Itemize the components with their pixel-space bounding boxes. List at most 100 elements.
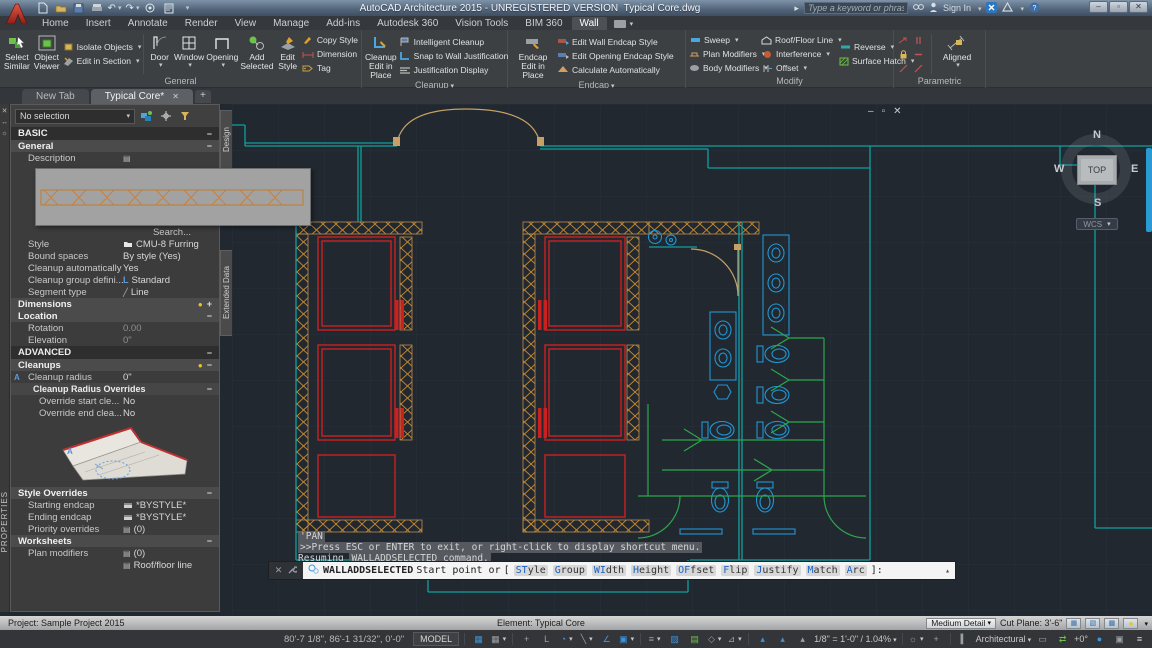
file-tab-new[interactable]: New Tab <box>22 89 89 104</box>
lineweight-icon[interactable]: ≡ <box>646 632 663 646</box>
section-cleanups[interactable]: Cleanups●− <box>11 359 219 371</box>
dynamic-ucs-icon[interactable]: ⊿ <box>726 632 743 646</box>
section-advanced[interactable]: ADVANCED− <box>11 346 219 359</box>
viewcube-north[interactable]: N <box>1093 129 1101 141</box>
worksheet-icon[interactable]: ▤ <box>123 154 131 163</box>
viewcube-east[interactable]: E <box>1131 163 1138 175</box>
keyword-justify[interactable]: Justify <box>754 565 800 576</box>
sign-in-dropdown-icon[interactable] <box>976 3 982 13</box>
bulb-toggle-icon[interactable]: ● <box>1123 618 1138 629</box>
search-input[interactable] <box>804 2 908 14</box>
tab-manage[interactable]: Manage <box>265 17 317 30</box>
justification-display-button[interactable]: Justification Display <box>399 64 509 76</box>
customization-menu-icon[interactable]: ≡ <box>1131 632 1148 646</box>
viewport-restore-icon[interactable]: ▫ <box>882 106 886 117</box>
viewcube[interactable]: N W E S TOP <box>1058 131 1136 209</box>
edit-wall-endcap-style-button[interactable]: Edit Wall Endcap Style <box>557 36 674 48</box>
endcap-edit-in-place-button[interactable]: Endcap Edit in Place <box>511 32 555 80</box>
aligned-dimension-button[interactable]: Aligned <box>936 32 978 76</box>
constraint-diag-icons[interactable] <box>897 62 927 74</box>
isolate-objects-status-icon[interactable]: ● <box>1091 632 1108 646</box>
collapse-icon[interactable]: − <box>207 129 212 139</box>
collapse-icon[interactable]: − <box>207 536 212 546</box>
body-modifiers-button[interactable]: Body Modifiers <box>689 62 759 74</box>
section-style-overrides[interactable]: Style Overrides− <box>11 487 219 499</box>
new-file-icon[interactable] <box>36 2 49 14</box>
tab-render[interactable]: Render <box>177 17 226 30</box>
tab-insert[interactable]: Insert <box>78 17 119 30</box>
model-space-button[interactable]: MODEL <box>413 632 459 646</box>
section-dimensions[interactable]: Dimensions●+ <box>11 298 219 310</box>
intelligent-cleanup-button[interactable]: Intelligent Cleanup <box>399 36 509 48</box>
redo-icon[interactable]: ↷ <box>126 2 139 14</box>
workspace-icon[interactable] <box>144 2 157 14</box>
plot-icon[interactable] <box>90 2 103 14</box>
annotation-visibility-icon[interactable]: ▴ <box>754 632 771 646</box>
minimize-button[interactable]: – <box>1089 1 1108 13</box>
file-tab-typical-core[interactable]: Typical Core* ✕ <box>91 89 193 104</box>
ortho-mode-icon[interactable]: L <box>538 632 555 646</box>
collapse-icon[interactable]: − <box>207 360 212 370</box>
section-worksheets[interactable]: Worksheets− <box>11 535 219 547</box>
layer-key-toggle-icon[interactable]: ▩ <box>1104 618 1119 629</box>
workspace-switching-icon[interactable]: ☼ <box>908 632 925 646</box>
display-toggle-icon[interactable]: ▦ <box>1066 618 1081 629</box>
tab-extended-data[interactable]: Extended Data <box>220 250 232 336</box>
tag-button[interactable]: Tag <box>302 62 358 74</box>
isometric-drafting-icon[interactable]: ╲ <box>578 632 595 646</box>
dimension-button[interactable]: Dimension <box>302 48 358 60</box>
viewport-minimize-icon[interactable]: – <box>868 106 874 117</box>
tab-vision-tools[interactable]: Vision Tools <box>447 17 516 30</box>
add-selected-button[interactable]: Add Selected <box>240 32 273 76</box>
sign-in-link[interactable]: Sign In <box>943 3 971 13</box>
viewcube-west[interactable]: W <box>1054 163 1064 175</box>
units-dropdown[interactable]: Architectural <box>976 634 1032 644</box>
roof-floor-line-button[interactable]: Roof/Floor Line <box>761 34 837 46</box>
grid-display-icon[interactable]: ▦ <box>490 632 507 646</box>
select-similar-button[interactable]: Select Similar <box>3 32 31 76</box>
sheet-icon[interactable] <box>162 2 175 14</box>
section-location[interactable]: Location− <box>11 310 219 322</box>
object-snap-icon[interactable]: ▣ <box>618 632 635 646</box>
polar-tracking-icon[interactable]: ◔ <box>558 632 575 646</box>
cleanup-edit-in-place-button[interactable]: Cleanup Edit in Place <box>365 32 397 80</box>
keyword-match[interactable]: Match <box>806 565 840 576</box>
wcs-menu[interactable]: WCS <box>1076 218 1118 230</box>
door-button[interactable]: Door <box>147 32 172 76</box>
copy-style-button[interactable]: Copy Style <box>302 34 358 46</box>
cut-plane-label[interactable]: Cut Plane: 3'-6" <box>1000 618 1062 628</box>
keyword-height[interactable]: Height <box>631 565 671 576</box>
command-line-bar[interactable]: ✕ WALLADDSELECTED Start point or [ STyle… <box>268 561 956 580</box>
a360-icon[interactable] <box>1002 2 1013 14</box>
opening-button[interactable]: Opening <box>206 32 238 76</box>
help-menu-icon[interactable] <box>1018 3 1024 13</box>
command-expand-icon[interactable]: ▴ <box>945 566 950 575</box>
selection-dropdown[interactable]: No selection <box>15 109 135 124</box>
palette-autohide-icon[interactable]: ↔ <box>1 119 8 126</box>
transparency-icon[interactable]: ▨ <box>666 632 683 646</box>
tab-autodesk-360[interactable]: Autodesk 360 <box>369 17 446 30</box>
tab-annotate[interactable]: Annotate <box>120 17 176 30</box>
tab-bim-360[interactable]: BIM 360 <box>517 17 570 30</box>
tab-close-icon[interactable]: ✕ <box>172 90 179 103</box>
edit-in-section-button[interactable]: Edit in Section <box>63 55 139 67</box>
section-cleanup-radius-overrides[interactable]: Cleanup Radius Overrides− <box>11 383 219 395</box>
undo-icon[interactable]: ↶ <box>108 2 121 14</box>
object-snap-tracking-icon[interactable]: ∠ <box>598 632 615 646</box>
keyword-width[interactable]: WIdth <box>592 565 626 576</box>
graphics-performance-icon[interactable]: ⇄ <box>1054 632 1071 646</box>
constraint-lock-icons[interactable] <box>897 48 927 60</box>
plan-modifiers-button[interactable]: Plan Modifiers <box>689 48 759 60</box>
keyword-arc[interactable]: Arc <box>845 565 867 576</box>
edit-opening-endcap-style-button[interactable]: Edit Opening Endcap Style <box>557 50 674 62</box>
reverse-button[interactable]: Reverse <box>839 41 895 53</box>
object-viewer-button[interactable]: Object Viewer <box>33 32 61 76</box>
offset-button[interactable]: Offset <box>761 62 837 74</box>
tab-home[interactable]: Home <box>34 17 77 30</box>
section-basic[interactable]: BASIC− <box>11 127 219 140</box>
geometric-constraint-icons[interactable] <box>897 34 927 46</box>
panel-label-modify[interactable]: Modify <box>686 76 893 88</box>
style-search-link[interactable]: Search... <box>11 226 219 238</box>
surface-hatch-toggle-icon[interactable]: ▧ <box>1085 618 1100 629</box>
qat-dropdown-icon[interactable] <box>180 2 193 14</box>
